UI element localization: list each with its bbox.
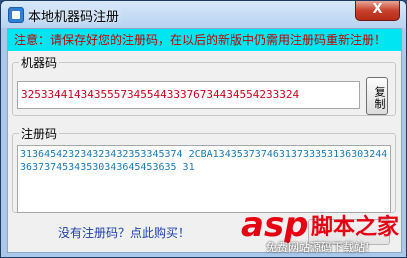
registration-code-label: 注册码 — [21, 127, 58, 141]
machine-code-group: 机器码 325334414343555734554433376734434554… — [12, 54, 396, 116]
watermark-asp-text: asp — [241, 205, 309, 245]
buy-link[interactable]: 没有注册码？点此购买！ — [58, 224, 190, 241]
registration-code-field[interactable]: 313645423234323432353345374 2CBA13435373… — [17, 145, 391, 213]
notice-banner: 注意：请保存好您的注册码，在以后的新版中仍需用注册码重新注册！ — [8, 29, 401, 51]
close-icon: X — [372, 2, 383, 17]
close-button[interactable]: X — [355, 1, 400, 21]
app-icon — [8, 7, 24, 23]
watermark-subtitle: 免费网站源码下载站! — [266, 241, 370, 254]
machine-code-field[interactable]: 3253344143435557345544333767344345542333… — [17, 81, 360, 109]
window-title: 本地机器码注册 — [28, 10, 120, 25]
dialog-window: 本地机器码注册 X 注意：请保存好您的注册码，在以后的新版中仍需用注册码重新注册… — [0, 0, 407, 258]
copy-button[interactable]: 复制 — [366, 77, 388, 115]
watermark-logo: asp 脚本之家 免费网站源码下载站! — [241, 205, 401, 254]
dialog-body: 注意：请保存好您的注册码，在以后的新版中仍需用注册码重新注册！ 机器码 3253… — [7, 28, 402, 254]
machine-code-label: 机器码 — [21, 56, 58, 70]
registration-code-group: 注册码 313645423234323432353345374 2CBA1343… — [12, 125, 396, 213]
title-bar[interactable]: 本地机器码注册 X — [1, 1, 406, 28]
watermark-cn-text: 脚本之家 — [311, 214, 400, 240]
